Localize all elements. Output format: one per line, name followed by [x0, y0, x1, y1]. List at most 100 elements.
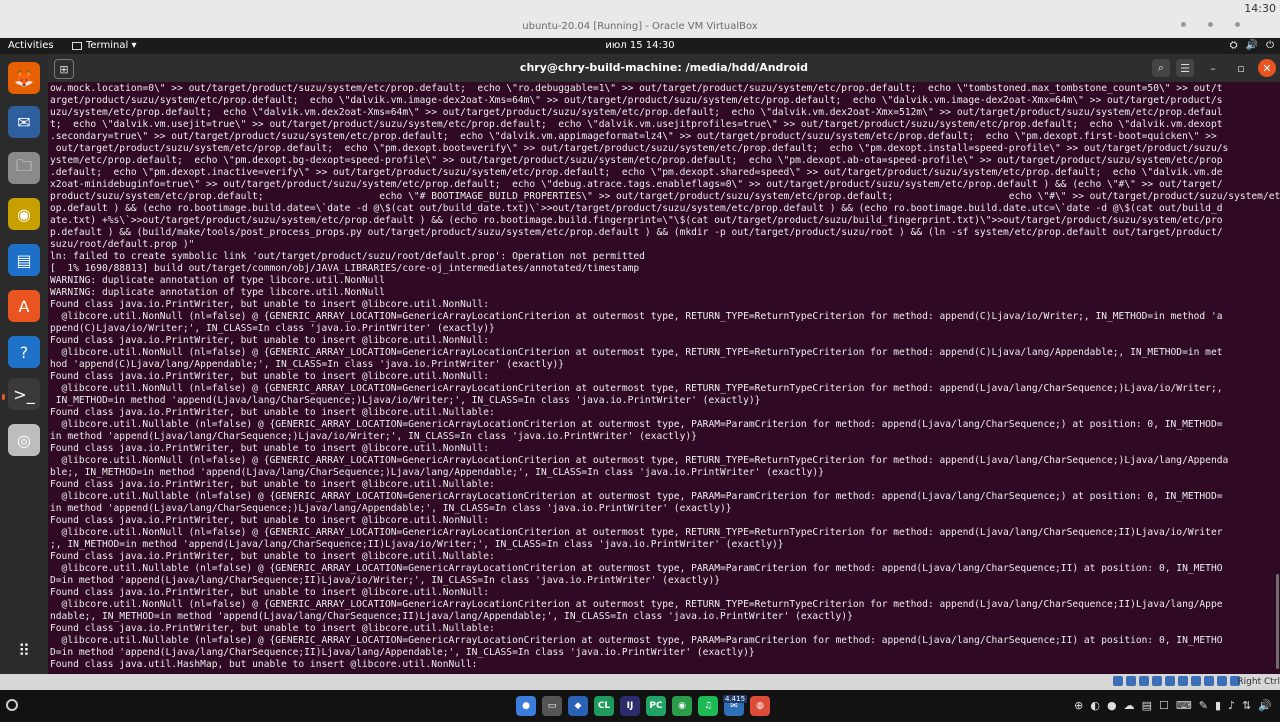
- tray-keyboard-icon[interactable]: ⌨: [1176, 699, 1192, 712]
- show-apps-icon[interactable]: ⠿: [8, 634, 40, 666]
- terminal-line: @libcore.util.NonNull (nl=false) @ {GENE…: [50, 383, 1223, 394]
- intellij-icon[interactable]: IJ: [620, 696, 640, 716]
- terminal-line: WARNING: duplicate annotation of type li…: [50, 287, 386, 298]
- spotify-icon[interactable]: ♫: [698, 696, 718, 716]
- dock: 🦊 ✉ 🗀 ◉ ▤ A? >_ ◎ ⠿: [0, 54, 48, 674]
- tray-cloud-icon[interactable]: ☁: [1124, 699, 1135, 712]
- rhythmbox-icon[interactable]: ◉: [8, 198, 40, 230]
- minimize-icon[interactable]: –: [1204, 59, 1222, 77]
- terminal-line: ow.mock.location=0\" >> out/target/produ…: [50, 83, 1223, 94]
- mouse-integration-status-icon[interactable]: [1217, 676, 1227, 686]
- terminal-line: @libcore.util.NonNull (nl=false) @ {GENE…: [50, 311, 1223, 322]
- tray-network-icon[interactable]: ⇅: [1242, 699, 1251, 712]
- terminal-output[interactable]: ow.mock.location=0\" >> out/target/produ…: [48, 83, 1280, 673]
- maximize-icon[interactable]: ▫: [1232, 59, 1250, 77]
- terminal-line: Found class java.io.PrintWriter, but una…: [50, 335, 489, 346]
- network-status-icon[interactable]: [1152, 676, 1162, 686]
- terminal-line: @libcore.util.NonNull (nl=false) @ {GENE…: [50, 347, 1223, 358]
- tray-battery-icon[interactable]: ▮: [1215, 699, 1221, 712]
- host-clock: 14:30: [1244, 2, 1276, 15]
- terminal-line: [ 1% 1690/88813] build out/target/common…: [50, 263, 640, 274]
- terminal-line: .secondary=true\" >> out/target/product/…: [50, 131, 1217, 142]
- terminal-line: @libcore.util.NonNull (nl=false) @ {GENE…: [50, 527, 1223, 538]
- network-icon: ⛭: [1229, 40, 1238, 51]
- start-icon[interactable]: [6, 699, 18, 711]
- software-icon[interactable]: A: [8, 290, 40, 322]
- terminal-line: in method 'append(Ljava/lang/CharSequenc…: [50, 503, 732, 514]
- close-icon[interactable]: ✕: [1258, 59, 1276, 77]
- close-dot-icon[interactable]: [1235, 22, 1240, 27]
- terminal-line: @libcore.util.Nullable (nl=false) @ {GEN…: [50, 563, 1223, 574]
- terminal-line: t; echo \"dalvik.vm.usejit=true\" >> out…: [50, 119, 1223, 130]
- terminal-scrollbar[interactable]: [1276, 574, 1279, 669]
- dvd-icon[interactable]: ◎: [8, 424, 40, 456]
- terminal-line: Found class java.io.PrintWriter, but una…: [50, 623, 495, 634]
- terminal-line: Found class java.io.PrintWriter, but una…: [50, 407, 495, 418]
- pycharm-icon[interactable]: PC: [646, 696, 666, 716]
- virtualbox-status-icons: [1113, 676, 1240, 686]
- tray-status-icon[interactable]: ●: [1107, 699, 1117, 712]
- host-key-label: Right Ctrl: [1237, 677, 1280, 687]
- terminal-line: Found class java.io.PrintWriter, but una…: [50, 479, 495, 490]
- firefox-icon[interactable]: 🦊: [8, 62, 40, 94]
- tray-pen-icon[interactable]: ✎: [1199, 699, 1208, 712]
- terminal-line: @libcore.util.Nullable (nl=false) @ {GEN…: [50, 419, 1223, 430]
- tray-volume-icon[interactable]: 🔊: [1258, 699, 1272, 712]
- minimize-dot-icon[interactable]: [1181, 22, 1186, 27]
- terminal-title: chry@chry-build-machine: /media/hdd/Andr…: [519, 61, 809, 74]
- terminal-line: IN_METHOD=in method 'append(Ljava/lang/C…: [50, 395, 761, 406]
- terminal-line: .default; echo \"pm.dexopt.inactive=veri…: [50, 167, 1223, 178]
- tray-display-icon[interactable]: ☐: [1159, 699, 1169, 712]
- terminal-header-bar: ⊞ chry@chry-build-machine: /media/hdd/An…: [48, 54, 1280, 82]
- terminal-line: ystem/etc/prop.default; echo \"pm.dexopt…: [50, 155, 1223, 166]
- host-taskbar: ● ▭ ◆ CL IJ PC ◉ ♫ ✉ ◍ 4.415 ⊕ ◐ ● ☁ ▤ ☐ ⌨ ✎ ▮ ♪ ⇅ 🔊: [0, 690, 1280, 722]
- terminal-line: Found class java.io.PrintWriter, but una…: [50, 515, 489, 526]
- shared-folder-status-icon[interactable]: [1165, 676, 1175, 686]
- system-menu[interactable]: ⛭ 🔊 ⏻: [1230, 40, 1274, 51]
- writer-icon[interactable]: ▤: [8, 244, 40, 276]
- gnome-top-bar: Activities Terminal ▾ июл 15 14:30 ⛭ 🔊 ⏻: [0, 38, 1280, 54]
- dock-running-indicator: [2, 394, 5, 400]
- usb-status-icon[interactable]: [1139, 676, 1149, 686]
- chrome-icon[interactable]: ◍: [750, 696, 770, 716]
- console-icon[interactable]: ▭: [542, 696, 562, 716]
- files-icon[interactable]: 🗀: [8, 152, 40, 184]
- virtualbox-status-bar: Right Ctrl: [0, 674, 1280, 690]
- hamburger-menu-icon[interactable]: ☰: [1176, 59, 1194, 77]
- terminal-line: in method 'append(Ljava/lang/CharSequenc…: [50, 431, 697, 442]
- help-icon[interactable]: ?: [8, 336, 40, 368]
- host-title-bar: ubuntu-20.04 [Running] - Oracle VM Virtu…: [0, 0, 1280, 38]
- virtualbox-icon[interactable]: ◆: [568, 696, 588, 716]
- taskbar-badge: 4.415: [723, 695, 748, 703]
- terminal-line: ;, IN_METHOD=in method 'append(Ljava/lan…: [50, 539, 784, 550]
- terminal-window: ⊞ chry@chry-build-machine: /media/hdd/An…: [48, 54, 1280, 674]
- terminal-line: uzu/system/etc/prop.default; echo \"dalv…: [50, 107, 1223, 118]
- datetime-menu[interactable]: июл 15 14:30: [0, 40, 1280, 51]
- display-status-icon[interactable]: [1178, 676, 1188, 686]
- maximize-dot-icon[interactable]: [1208, 22, 1213, 27]
- terminal-line: Found class java.io.PrintWriter, but una…: [50, 371, 489, 382]
- search-icon[interactable]: ⌕: [1152, 59, 1170, 77]
- maps-icon[interactable]: ◉: [672, 696, 692, 716]
- tray-theme-icon[interactable]: ◐: [1090, 699, 1100, 712]
- tray-audio-icon[interactable]: ♪: [1228, 699, 1235, 712]
- tray-window-icon[interactable]: ▤: [1142, 699, 1152, 712]
- terminal-line: Found class java.io.PrintWriter, but una…: [50, 551, 495, 562]
- thunderbird-icon[interactable]: ✉: [8, 106, 40, 138]
- tray-app-icon[interactable]: ⊕: [1074, 699, 1083, 712]
- record-status-icon[interactable]: [1191, 676, 1201, 686]
- terminal-line: Found class java.io.PrintWriter, but una…: [50, 299, 489, 310]
- terminal-line: product/suzu/system/etc/prop.default; ec…: [50, 191, 1280, 202]
- orb-icon[interactable]: ●: [516, 696, 536, 716]
- optical-status-icon[interactable]: [1126, 676, 1136, 686]
- host-window-controls: [1181, 22, 1240, 27]
- clion-icon[interactable]: CL: [594, 696, 614, 716]
- cpu-status-icon[interactable]: [1204, 676, 1214, 686]
- terminal-line: out/target/product/suzu/system/etc/prop.…: [50, 143, 1229, 154]
- terminal-line: D=in method 'append(Ljava/lang/CharSeque…: [50, 575, 721, 586]
- terminal-icon[interactable]: >_: [8, 378, 40, 410]
- terminal-line: Found class java.io.PrintWriter, but una…: [50, 587, 489, 598]
- terminal-line: x2oat-minidebuginfo=true\" >> out/target…: [50, 179, 1223, 190]
- hdd-status-icon[interactable]: [1113, 676, 1123, 686]
- terminal-line: ppend(C)Ljava/io/Writer;', IN_CLASS=In c…: [50, 323, 495, 334]
